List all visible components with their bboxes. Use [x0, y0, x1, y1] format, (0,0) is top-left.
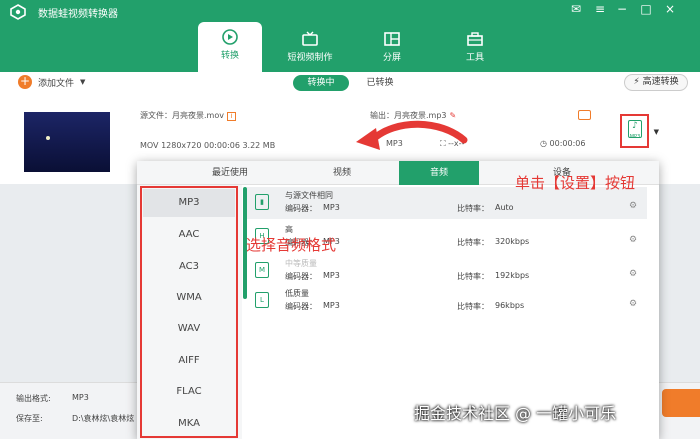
high-speed-button[interactable]: ⚡ 高速转换: [624, 74, 688, 91]
source-label: 源文件：: [140, 111, 172, 120]
add-file-button[interactable]: + 添加文件 ▼: [18, 75, 85, 89]
info-icon[interactable]: i: [226, 112, 236, 121]
tab-convert-label: 转换: [220, 51, 239, 61]
minimize-icon[interactable]: −: [614, 2, 630, 16]
tab-converting[interactable]: 转换中: [293, 75, 349, 91]
message-icon[interactable]: ✉: [568, 2, 584, 16]
app-title: 数据蛙视频转换器: [38, 9, 118, 20]
gear-icon[interactable]: ⚙: [629, 269, 637, 279]
tab-recent[interactable]: 最近使用: [185, 161, 275, 185]
preset-name: 中等质量: [285, 259, 317, 268]
tab-split-screen-label: 分屏: [382, 53, 401, 63]
annotation-arrow: [356, 120, 468, 150]
add-file-label: 添加文件: [38, 78, 75, 89]
convert-all-button[interactable]: [662, 389, 700, 417]
toolbar: + 添加文件 ▼ 转换中 已转换 ⚡ 高速转换: [0, 72, 700, 94]
close-icon[interactable]: ×: [662, 2, 678, 16]
media-info-icon[interactable]: [578, 110, 591, 120]
output-format-value[interactable]: MP3: [72, 393, 89, 402]
maximize-icon[interactable]: □: [638, 2, 654, 16]
gear-icon[interactable]: ⚙: [629, 299, 637, 309]
tv-icon: [302, 31, 318, 46]
output-settings-button[interactable]: ♪ MP3 ▼: [620, 114, 659, 148]
tab-convert[interactable]: 转换: [198, 22, 262, 72]
output-format-label: 输出格式:: [16, 394, 51, 403]
file-icon: ▮: [255, 194, 269, 210]
preset-name: 低质量: [285, 289, 309, 298]
save-to-label: 保存至:: [16, 414, 43, 423]
tab-tools-label: 工具: [465, 53, 484, 63]
tab-converted[interactable]: 已转换: [360, 75, 400, 91]
preset-row[interactable]: L 低质量 编码器： MP3 比特率： 96kbps ⚙: [247, 285, 647, 317]
chevron-down-icon: ▼: [653, 128, 659, 136]
app-logo-icon: [10, 4, 26, 20]
music-file-icon: M: [255, 262, 269, 278]
settings-hint: 单击【设置】按钮: [515, 174, 636, 192]
tab-split-screen[interactable]: 分屏: [360, 24, 424, 68]
high-speed-label: 高速转换: [642, 77, 679, 87]
toolbox-icon: [467, 32, 483, 46]
clock-icon: ◷: [540, 139, 550, 148]
tab-short-video[interactable]: 短视频制作: [278, 24, 342, 68]
source-file-info: 源文件：月亮夜景.mov i: [140, 110, 236, 121]
tab-audio[interactable]: 音频: [399, 161, 479, 185]
lightning-icon: ⚡: [633, 77, 640, 87]
title-bar: 数据蛙视频转换器 ✉ ≡ − □ × 转换 短视频制作 分屏 工具: [0, 0, 700, 72]
video-thumbnail[interactable]: [24, 112, 110, 172]
source-filename: 月亮夜景.mov: [172, 111, 224, 120]
convert-icon: [222, 29, 238, 45]
output-duration: ◷ 00:00:06: [540, 139, 586, 148]
preset-row[interactable]: M 中等质量 编码器： MP3 比特率： 192kbps ⚙: [247, 255, 647, 287]
gear-icon[interactable]: ⚙: [629, 201, 637, 211]
source-meta: MOV 1280x720 00:00:06 3.22 MB: [140, 141, 276, 150]
preset-name: 与源文件相同: [285, 191, 333, 200]
save-to-path[interactable]: D:\袁林炫\袁林炫: [72, 413, 134, 424]
tab-video[interactable]: 视频: [297, 161, 387, 185]
format-highlight-box: [140, 186, 238, 438]
plus-icon: +: [18, 74, 32, 89]
chevron-down-icon[interactable]: ▼: [80, 78, 85, 86]
split-icon: [384, 32, 400, 46]
moon-shape: [46, 136, 50, 140]
menu-icon[interactable]: ≡: [592, 2, 608, 16]
format-hint: 选择音频格式: [246, 236, 337, 254]
watermark: 掘金技术社区 @ 一罐小可乐: [414, 404, 617, 423]
tab-short-video-label: 短视频制作: [287, 53, 333, 63]
music-file-icon: L: [255, 292, 269, 308]
gear-icon[interactable]: ⚙: [629, 235, 637, 245]
music-file-icon: ♪ MP3: [628, 120, 642, 140]
tab-tools[interactable]: 工具: [443, 24, 507, 68]
